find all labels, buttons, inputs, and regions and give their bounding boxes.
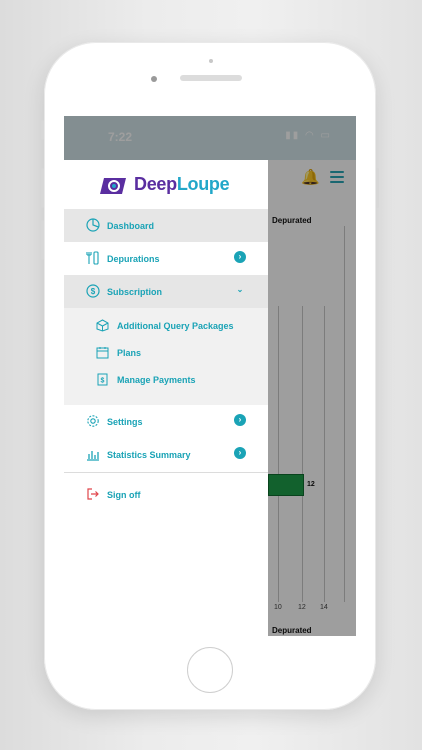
menu-item-settings[interactable]: Settings › — [64, 405, 268, 438]
subscription-submenu: Additional Query Packages Plans $ Manage… — [64, 308, 268, 405]
pie-chart-icon — [86, 218, 100, 232]
svg-text:$: $ — [91, 287, 96, 296]
receipt-dollar-icon: $ — [97, 373, 108, 386]
submenu-item-query-packages[interactable]: Additional Query Packages — [64, 312, 268, 339]
menu-label: Depurations — [107, 254, 160, 264]
menu-divider — [64, 472, 268, 473]
bar-value-label: 12 — [307, 481, 315, 488]
submenu-item-manage-payments[interactable]: $ Manage Payments — [64, 366, 268, 393]
screen: 7:22 ▮▮ ◠ ▭ 🔔 Depurated 12 10 12 14 Depu… — [64, 116, 356, 636]
logout-icon — [87, 488, 99, 500]
mute-switch — [41, 120, 44, 140]
menu-label: Subscription — [107, 287, 163, 297]
grid-line — [324, 306, 325, 602]
bar-chart-icon — [87, 451, 99, 461]
menu-label: Statistics Summary — [107, 450, 191, 460]
x-tick-label: 10 — [274, 604, 282, 611]
brand-logo: DeepLoupe — [64, 160, 268, 208]
phone-frame: 7:22 ▮▮ ◠ ▭ 🔔 Depurated 12 10 12 14 Depu… — [41, 42, 379, 710]
grid-line — [344, 226, 345, 602]
submenu-label: Manage Payments — [117, 375, 196, 385]
loupe-logo-icon — [100, 178, 126, 194]
earpiece-speaker — [180, 75, 242, 81]
navigation-drawer: DeepLoupe Dashboard Depurations › $ Subs… — [64, 160, 268, 636]
menu-item-subscription[interactable]: $ Subscription ⌄ — [64, 275, 268, 308]
chevron-right-icon[interactable]: › — [234, 447, 246, 459]
menu-icon[interactable] — [330, 171, 344, 186]
submenu-item-plans[interactable]: Plans — [64, 339, 268, 366]
status-time: 7:22 — [108, 130, 133, 144]
volume-down-button — [41, 220, 44, 260]
menu-label: Sign off — [107, 490, 141, 500]
menu-item-dashboard[interactable]: Dashboard — [64, 209, 268, 242]
box-package-icon — [96, 319, 109, 332]
tools-icon — [86, 251, 99, 265]
dollar-cycle-icon: $ — [86, 284, 100, 298]
power-button — [376, 168, 379, 208]
brand-name: DeepLoupe — [134, 174, 230, 194]
menu-label: Settings — [107, 417, 143, 427]
status-bar: 7:22 ▮▮ ◠ ▭ — [64, 116, 356, 160]
chart-label-bottom: Depurated — [272, 626, 312, 635]
chevron-right-icon[interactable]: › — [234, 414, 246, 426]
gear-icon — [87, 415, 99, 427]
submenu-label: Additional Query Packages — [117, 321, 234, 331]
menu-item-statistics[interactable]: Statistics Summary › — [64, 438, 268, 471]
front-camera — [151, 76, 157, 82]
menu-item-depurations[interactable]: Depurations › — [64, 242, 268, 275]
bell-icon[interactable]: 🔔 — [301, 168, 320, 186]
chart-label-top: Depurated — [272, 216, 312, 225]
chevron-right-icon[interactable]: › — [234, 251, 246, 263]
microphone — [209, 59, 213, 63]
grid-line — [302, 306, 303, 602]
grid-line — [278, 306, 279, 602]
x-tick-label: 12 — [298, 604, 306, 611]
x-tick-label: 14 — [320, 604, 328, 611]
menu-label: Dashboard — [107, 221, 155, 231]
chevron-down-icon[interactable]: ⌄ — [234, 284, 246, 296]
menu-item-sign-off[interactable]: Sign off — [64, 478, 268, 511]
status-icons: ▮▮ ◠ ▭ — [285, 130, 332, 141]
home-button[interactable] — [187, 647, 233, 693]
chart-bar — [268, 474, 304, 496]
svg-text:$: $ — [101, 378, 105, 385]
submenu-label: Plans — [117, 348, 142, 358]
volume-up-button — [41, 168, 44, 208]
calendar-icon — [96, 347, 109, 359]
